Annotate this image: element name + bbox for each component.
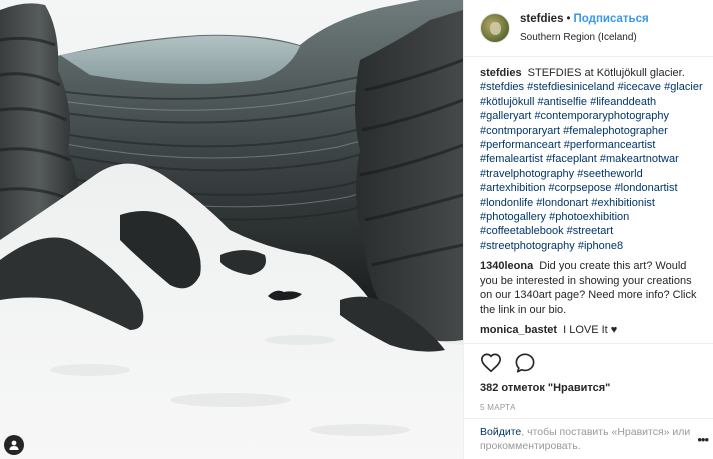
- hashtag-link[interactable]: #stefdiesiniceland: [527, 81, 614, 93]
- follow-button[interactable]: Подписаться: [574, 13, 649, 25]
- hashtag-link[interactable]: #femalephotographer: [563, 125, 668, 137]
- header-text: stefdies • Подписаться Southern Region (Ic…: [520, 11, 649, 46]
- hashtag-link[interactable]: #faceplant: [546, 153, 597, 165]
- separator-dot: •: [566, 12, 571, 25]
- comment-username[interactable]: 1340leona: [480, 260, 533, 272]
- hashtag-link[interactable]: #londonartist: [615, 182, 678, 194]
- hashtag-link[interactable]: #coffeetablebook: [480, 225, 564, 237]
- comments-list[interactable]: stefdies STEFDIES at Kötlujökull glacier…: [480, 66, 706, 342]
- comment-item: 1340leona Did you create this art? Would…: [480, 259, 706, 317]
- hashtag-link[interactable]: #londonlife: [480, 197, 533, 209]
- hashtag-link[interactable]: #corpsepose: [549, 182, 612, 194]
- hashtag-link[interactable]: #seetheworld: [577, 168, 642, 180]
- username-link[interactable]: stefdies: [520, 13, 563, 25]
- hashtag-link[interactable]: #streetphotography: [480, 240, 575, 252]
- comment-bubble-icon: [515, 353, 535, 373]
- hashtag-link[interactable]: #performanceartist: [564, 139, 656, 151]
- location-link[interactable]: Southern Region (Iceland): [520, 30, 649, 46]
- caption-username[interactable]: stefdies: [480, 67, 522, 79]
- comment-button[interactable]: [514, 352, 536, 374]
- hashtag-link[interactable]: #antiselfie: [537, 96, 587, 108]
- post-actions: 382 отметок "Нравится" 5 МАРТА: [464, 343, 713, 412]
- caption-text: STEFDIES at Kötlujökull glacier.: [527, 67, 685, 79]
- login-prompt: Войдите, чтобы поставить «Нравится» или …: [464, 418, 713, 459]
- hashtag-link[interactable]: #exhibitionist: [591, 197, 655, 209]
- avatar[interactable]: [480, 13, 510, 43]
- action-icons: [480, 350, 698, 376]
- hashtag-link[interactable]: #icecave: [618, 81, 661, 93]
- hashtag-link[interactable]: #femaleartist: [480, 153, 543, 165]
- glacier-photo: [0, 0, 463, 459]
- post-date[interactable]: 5 МАРТА: [480, 403, 698, 412]
- hashtag-link[interactable]: #iphone8: [578, 240, 623, 252]
- hashtag-link[interactable]: #performanceart: [480, 139, 561, 151]
- login-link[interactable]: Войдите: [480, 426, 521, 438]
- hashtag-link[interactable]: #glacier: [664, 81, 703, 93]
- comment-item: monica_bastet I LOVE It ♥: [480, 323, 706, 337]
- caption-hashtags: #stefdies #stefdiesiniceland #icecave #g…: [480, 81, 703, 251]
- hashtag-link[interactable]: #contmporaryart: [480, 125, 560, 137]
- post-details-panel: stefdies • Подписаться Southern Region (Ic…: [463, 0, 713, 459]
- post-photo[interactable]: [0, 0, 463, 459]
- hashtag-link[interactable]: #travelphotography: [480, 168, 574, 180]
- hashtag-link[interactable]: #photogallery: [480, 211, 546, 223]
- user-tag-icon: [9, 440, 19, 450]
- hashtag-link[interactable]: #kötlujökull: [480, 96, 534, 108]
- hashtag-link[interactable]: #contemporaryphotography: [534, 110, 669, 122]
- post-header: stefdies • Подписаться Southern Region (Ic…: [464, 0, 713, 57]
- heart-icon: [481, 353, 501, 373]
- header-user-line: stefdies • Подписаться: [520, 11, 649, 27]
- hashtag-link[interactable]: #londonart: [536, 197, 588, 209]
- user-tag-button[interactable]: [4, 435, 24, 455]
- comment-username[interactable]: monica_bastet: [480, 324, 557, 336]
- hashtag-link[interactable]: #photoexhibition: [549, 211, 629, 223]
- more-options-button[interactable]: •••: [697, 433, 709, 447]
- hashtag-link[interactable]: #makeartnotwar: [600, 153, 679, 165]
- hashtag-link[interactable]: #lifeanddeath: [590, 96, 656, 108]
- hashtag-link[interactable]: #galleryart: [480, 110, 531, 122]
- likes-count[interactable]: 382 отметок "Нравится": [480, 382, 698, 394]
- comment-text: I LOVE It ♥: [563, 323, 618, 336]
- like-button[interactable]: [480, 352, 502, 374]
- hashtag-link[interactable]: #artexhibition: [480, 182, 545, 194]
- hashtag-link[interactable]: #stefdies: [480, 81, 524, 93]
- caption: stefdies STEFDIES at Kötlujökull glacier…: [480, 66, 706, 253]
- hashtag-link[interactable]: #streetart: [567, 225, 613, 237]
